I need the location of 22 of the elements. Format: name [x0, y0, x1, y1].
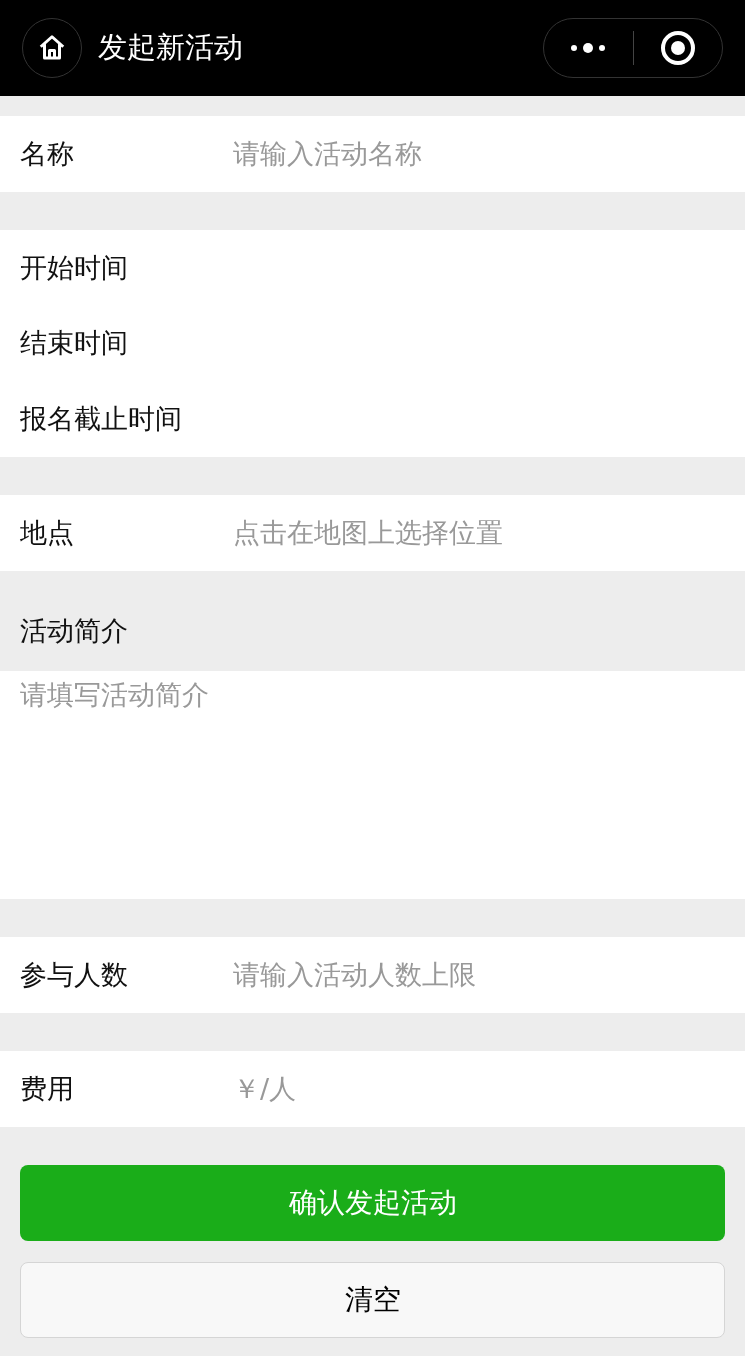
- page-title: 发起新活动: [98, 29, 243, 67]
- input-field[interactable]: 请输入活动人数上限: [233, 954, 725, 996]
- input-field[interactable]: ￥/人: [233, 1068, 725, 1110]
- field-label: 名称: [20, 136, 75, 171]
- field-label: 费用: [20, 1071, 75, 1106]
- clear-button[interactable]: 清空: [20, 1262, 725, 1338]
- form-row[interactable]: 名称 请输入活动名称: [0, 116, 745, 192]
- field-label: 开始时间: [20, 250, 128, 285]
- input-field[interactable]: 请输入活动名称: [233, 133, 725, 175]
- field-label: 结束时间: [20, 326, 128, 361]
- form-row[interactable]: 费用 ￥/人: [0, 1051, 745, 1127]
- description-field[interactable]: 请填写活动简介: [0, 671, 745, 899]
- section-label: 活动简介: [20, 613, 128, 648]
- home-icon: [37, 33, 67, 63]
- field-label: 地点: [20, 515, 75, 550]
- field-label: 参与人数: [20, 957, 129, 992]
- form-row[interactable]: 参与人数 请输入活动人数上限: [0, 937, 745, 1013]
- more-icon: [569, 42, 608, 54]
- form-row[interactable]: 地点 点击在地图上选择位置: [0, 495, 745, 571]
- field-label: 报名截止时间: [20, 401, 182, 436]
- input-field[interactable]: 点击在地图上选择位置: [233, 512, 725, 554]
- target-icon: [659, 30, 696, 66]
